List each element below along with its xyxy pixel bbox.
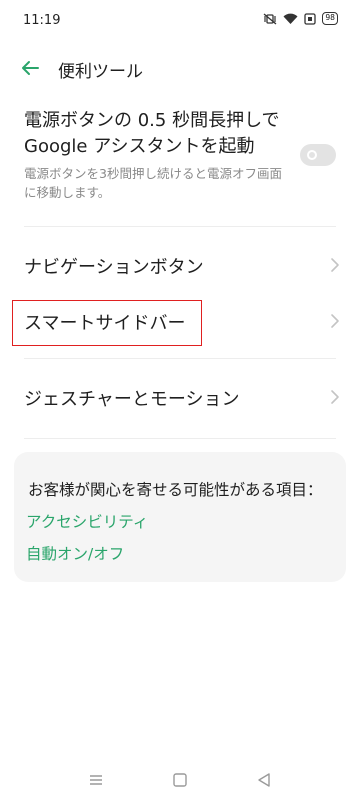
status-bar: 11:19 98 [0,0,360,40]
divider [24,358,336,359]
google-assistant-toggle[interactable] [300,144,336,166]
wifi-icon [283,13,298,25]
status-icons: 98 [263,12,338,25]
highlight-box [12,300,202,346]
toggle-knob [307,150,317,160]
power-button-setting[interactable]: 電源ボタンの 0.5 秒間長押しで Google アシスタントを起動 電源ボタン… [24,108,340,218]
sim-icon [304,12,317,25]
menu-icon[interactable] [86,770,106,790]
suggestions-card: お客様が関心を寄せる可能性がある項目： アクセシビリティ 自動オン/オフ [14,452,346,582]
back-arrow-icon[interactable] [18,58,42,78]
back-triangle-icon[interactable] [254,770,274,790]
battery-icon: 98 [322,12,338,25]
home-icon[interactable] [170,770,190,790]
suggestions-title: お客様が関心を寄せる可能性がある項目： [28,481,323,499]
menu-item-gestures-motions[interactable]: ジェスチャーとモーション [0,370,360,426]
menu-item-navigation-buttons[interactable]: ナビゲーションボタン [0,238,360,294]
chevron-right-icon [330,257,340,273]
chevron-right-icon [330,313,340,329]
vibrate-mute-icon [263,13,277,25]
link-auto-on-off[interactable]: 自動オン/オフ [26,542,124,564]
divider [24,226,336,227]
setting-title: 電源ボタンの 0.5 秒間長押しで Google アシスタントを起動 [24,110,280,157]
divider [24,438,336,439]
setting-subtitle: 電源ボタンを3秒間押し続けると電源オフ画面に移動します。 [24,166,282,200]
link-accessibility[interactable]: アクセシビリティ [26,510,148,532]
status-time: 11:19 [23,13,61,28]
chevron-right-icon [330,389,340,405]
app-bar: 便利ツール [0,50,360,86]
menu-item-label: ナビゲーションボタン [24,257,204,278]
menu-item-label: ジェスチャーとモーション [24,389,240,410]
page-title: 便利ツール [58,62,143,82]
navigation-bar [0,760,360,800]
